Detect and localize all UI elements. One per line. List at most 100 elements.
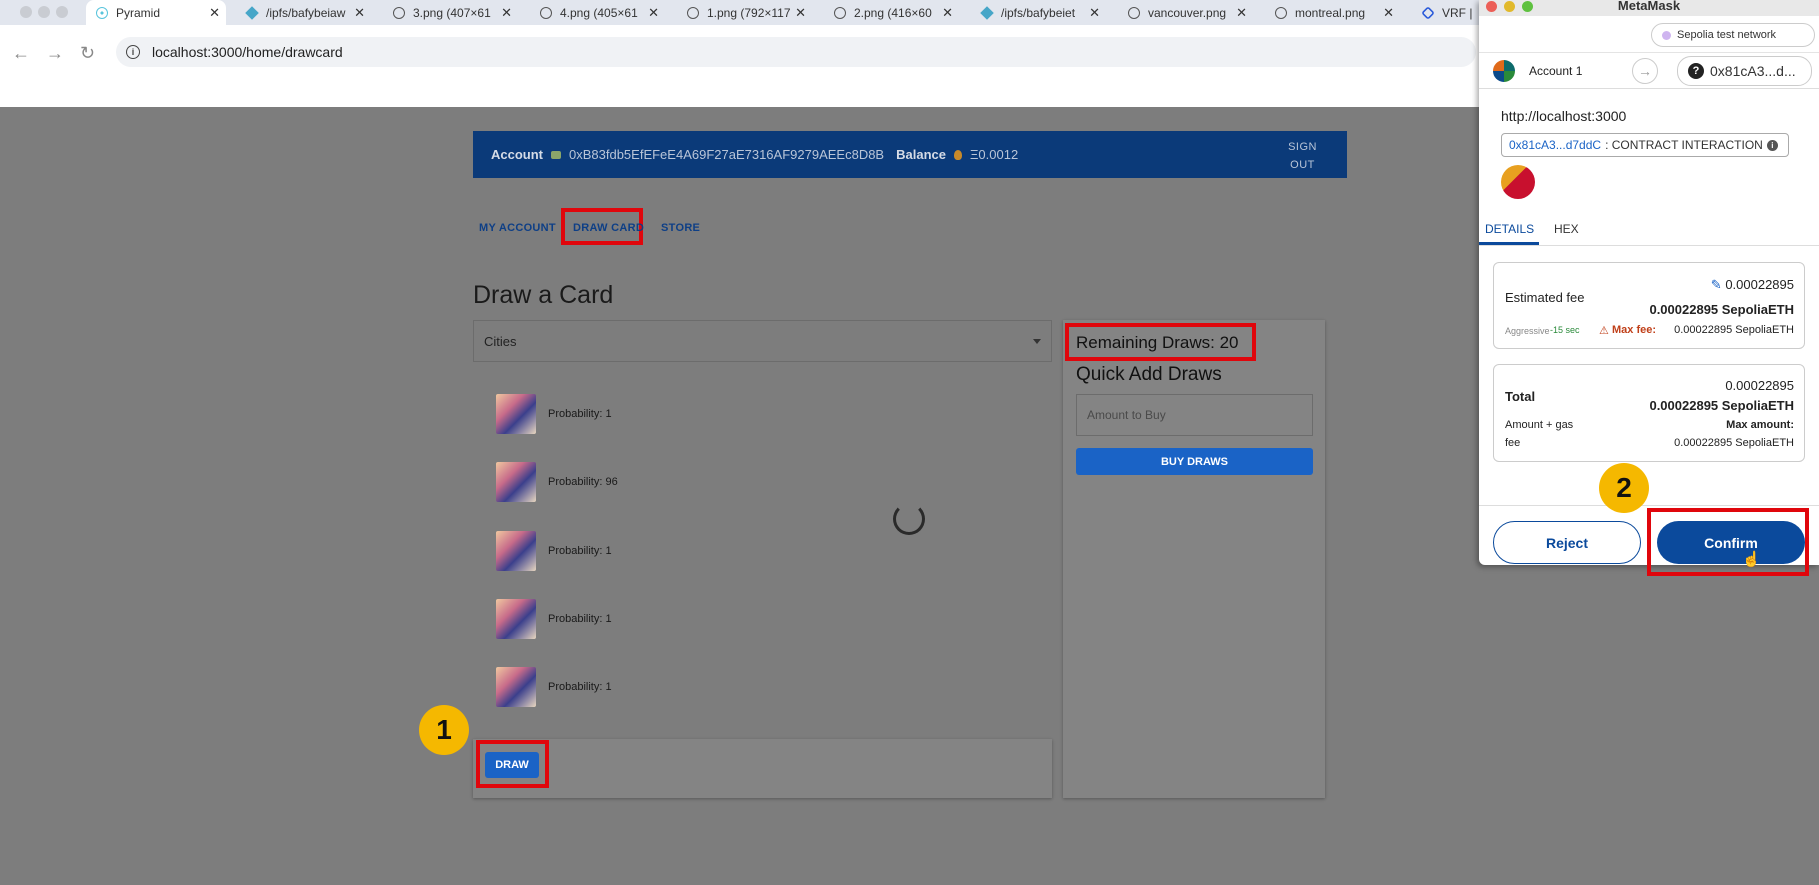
window-minimize-dot[interactable] bbox=[1504, 1, 1515, 12]
site-info-icon[interactable]: i bbox=[126, 45, 140, 59]
window-zoom-dot[interactable] bbox=[56, 6, 68, 18]
tab-vrf[interactable]: VRF | bbox=[1412, 0, 1480, 25]
quick-add-title: Quick Add Draws bbox=[1076, 364, 1222, 385]
url-bar[interactable]: i localhost:3000/home/drawcard bbox=[116, 37, 1476, 67]
tab-montreal[interactable]: montreal.png ✕ bbox=[1265, 0, 1400, 25]
metamask-window: MetaMask Sepolia test network Account 1 … bbox=[1479, 0, 1819, 576]
tab-close-icon[interactable]: ✕ bbox=[1236, 5, 1247, 21]
collection-select[interactable]: Cities bbox=[473, 320, 1052, 362]
wallet-icon bbox=[551, 150, 561, 159]
globe-icon bbox=[1128, 6, 1140, 19]
divider bbox=[1479, 245, 1819, 246]
sign-out-line-2: OUT bbox=[1290, 159, 1315, 171]
estimated-fee-bold: 0.00022895 SepoliaETH bbox=[1649, 302, 1794, 317]
info-icon[interactable]: i bbox=[1766, 139, 1778, 151]
nav-draw-card[interactable]: DRAW CARD bbox=[573, 222, 644, 234]
balance-label: Balance bbox=[896, 147, 946, 162]
contract-link[interactable]: 0x81cA3...d7ddC bbox=[1509, 138, 1601, 152]
estimated-fee-box: Estimated fee ✎ 0.00022895 0.00022895 Se… bbox=[1493, 262, 1805, 349]
tab-3png[interactable]: 3.png (407×61 ✕ bbox=[383, 0, 518, 25]
network-pill[interactable]: Sepolia test network bbox=[1651, 23, 1815, 47]
network-dot-icon bbox=[1662, 30, 1671, 40]
tab-2png[interactable]: 2.png (416×60 ✕ bbox=[824, 0, 959, 25]
card-probability: Probability: 1 bbox=[548, 408, 612, 420]
account-label: Account bbox=[491, 147, 543, 162]
account-address: 0xB83fdb5EfEFeE4A69F27aE7316AF9279AEEc8D… bbox=[569, 147, 885, 162]
tab-close-icon[interactable]: ✕ bbox=[648, 5, 659, 21]
cursor-hand-icon: ☝ bbox=[1742, 551, 1761, 568]
page-title: Draw a Card bbox=[473, 281, 614, 309]
recipient-pill[interactable]: ? 0x81cA3...d... bbox=[1677, 56, 1812, 86]
draw-button[interactable]: DRAW bbox=[485, 752, 539, 778]
card-thumbnail bbox=[496, 462, 536, 502]
window-minimize-dot[interactable] bbox=[38, 6, 50, 18]
tab-vancouver[interactable]: vancouver.png ✕ bbox=[1118, 0, 1253, 25]
card-probability: Probability: 1 bbox=[548, 613, 612, 625]
tab-label: /ipfs/bafybeiaw bbox=[266, 5, 346, 20]
amount-input[interactable]: Amount to Buy bbox=[1076, 394, 1313, 436]
tab-label: Pyramid bbox=[116, 5, 161, 20]
tab-close-icon[interactable]: ✕ bbox=[501, 5, 512, 21]
window-zoom-dot[interactable] bbox=[1522, 1, 1533, 12]
step-2-badge: 2 bbox=[1599, 463, 1649, 513]
sign-out-line-1: SIGN bbox=[1288, 141, 1317, 153]
tab-ipfs-1[interactable]: /ipfs/bafybeiaw ✕ bbox=[236, 0, 371, 25]
tab-close-icon[interactable]: ✕ bbox=[1089, 5, 1100, 21]
tab-close-icon[interactable]: ✕ bbox=[354, 5, 365, 21]
highlight-confirm-button bbox=[1647, 508, 1809, 576]
list-item: Probability: 1 bbox=[496, 394, 612, 434]
tab-details[interactable]: DETAILS bbox=[1485, 222, 1534, 236]
tab-close-icon[interactable]: ✕ bbox=[209, 5, 220, 21]
url-text: localhost:3000/home/drawcard bbox=[152, 44, 343, 60]
total-small: 0.00022895 bbox=[1725, 378, 1794, 393]
tab-label: /ipfs/bafybeiet bbox=[1001, 5, 1076, 20]
divider bbox=[1479, 505, 1819, 506]
tab-ipfs-2[interactable]: /ipfs/bafybeiet ✕ bbox=[971, 0, 1106, 25]
reload-icon[interactable]: ↻ bbox=[80, 43, 95, 64]
chevron-down-icon bbox=[1033, 339, 1041, 344]
divider bbox=[1479, 52, 1819, 53]
back-arrow-icon[interactable]: ← bbox=[12, 43, 30, 64]
window-close-dot[interactable] bbox=[20, 6, 32, 18]
fee-time: -15 sec bbox=[1550, 325, 1580, 335]
estimated-fee-amount: 0.00022895 bbox=[1725, 277, 1794, 292]
max-amount-value: 0.00022895 SepoliaETH bbox=[1674, 437, 1794, 449]
question-icon: ? bbox=[1688, 63, 1704, 79]
max-fee-value: 0.00022895 SepoliaETH bbox=[1674, 324, 1794, 336]
balance-value: Ξ0.0012 bbox=[969, 147, 1019, 162]
tab-4png[interactable]: 4.png (405×61 ✕ bbox=[530, 0, 665, 25]
tab-label: 4.png (405×61 bbox=[560, 5, 638, 20]
list-item: Probability: 96 bbox=[496, 462, 618, 502]
buy-draws-button[interactable]: BUY DRAWS bbox=[1076, 448, 1313, 475]
nav-my-account[interactable]: MY ACCOUNT bbox=[479, 222, 556, 234]
contract-interaction-tag: 0x81cA3...d7ddC : CONTRACT INTERACTION i bbox=[1501, 133, 1789, 157]
total-box: Total 0.00022895 0.00022895 SepoliaETH A… bbox=[1493, 364, 1805, 462]
reject-button[interactable]: Reject bbox=[1493, 521, 1641, 564]
list-item: Probability: 1 bbox=[496, 667, 612, 707]
forward-arrow-icon[interactable]: → bbox=[46, 43, 64, 64]
tab-hex[interactable]: HEX bbox=[1554, 222, 1579, 236]
tab-close-icon[interactable]: ✕ bbox=[942, 5, 953, 21]
list-item: Probability: 1 bbox=[496, 531, 612, 571]
max-fee-label: Max fee: bbox=[1612, 324, 1657, 336]
list-item: Probability: 1 bbox=[496, 599, 612, 639]
tab-label: VRF | bbox=[1442, 5, 1473, 20]
tab-close-icon[interactable]: ✕ bbox=[795, 5, 806, 21]
tab-close-icon[interactable]: ✕ bbox=[1383, 5, 1394, 21]
loading-spinner-icon bbox=[893, 503, 925, 535]
max-amount-label: Max amount: bbox=[1726, 419, 1794, 431]
tab-1png[interactable]: 1.png (792×117 ✕ bbox=[677, 0, 812, 25]
edit-pencil-icon[interactable]: ✎ bbox=[1711, 277, 1722, 292]
recipient-address: 0x81cA3...d... bbox=[1710, 63, 1796, 79]
card-probability: Probability: 1 bbox=[548, 545, 612, 557]
sign-out-button[interactable]: SIGN OUT bbox=[1288, 138, 1317, 174]
remaining-draws: Remaining Draws: 20 bbox=[1076, 333, 1239, 352]
tab-label: 3.png (407×61 bbox=[413, 5, 491, 20]
card-thumbnail bbox=[496, 394, 536, 434]
window-close-dot[interactable] bbox=[1486, 1, 1497, 12]
tab-pyramid[interactable]: Pyramid ✕ bbox=[86, 0, 226, 25]
tab-label: vancouver.png bbox=[1148, 5, 1227, 20]
select-value: Cities bbox=[484, 333, 517, 349]
account-name: Account 1 bbox=[1529, 64, 1583, 78]
nav-store[interactable]: STORE bbox=[661, 222, 700, 234]
